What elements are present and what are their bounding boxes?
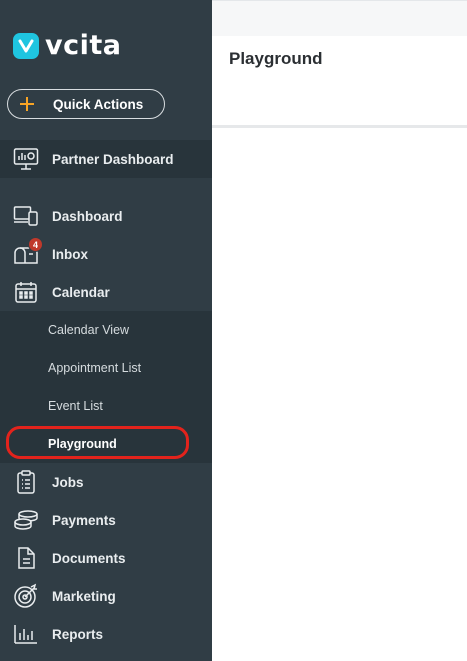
calendar-icon	[13, 279, 39, 305]
submenu-item-label: Playground	[48, 437, 117, 451]
sidebar-item-calendar[interactable]: Calendar	[0, 273, 212, 311]
sidebar-item-documents[interactable]: Documents	[0, 539, 212, 577]
submenu-item-playground[interactable]: Playground	[0, 425, 212, 463]
sidebar: vcita Quick Actions Partner Dashboard Da…	[0, 0, 212, 661]
vcita-logo[interactable]: vcita	[13, 30, 122, 61]
quick-actions-label: Quick Actions	[53, 96, 144, 112]
submenu-item-label: Event List	[48, 399, 103, 413]
devices-icon	[13, 203, 39, 229]
sidebar-item-label: Marketing	[52, 588, 116, 604]
submenu-item-appointment-list[interactable]: Appointment List	[0, 349, 212, 387]
sidebar-item-payments[interactable]: Payments	[0, 501, 212, 539]
sidebar-item-label: Reports	[52, 626, 104, 642]
submenu-item-calendar-view[interactable]: Calendar View	[0, 311, 212, 349]
sidebar-item-label: Documents	[52, 550, 126, 566]
sidebar-item-reports[interactable]: Reports	[0, 615, 212, 653]
sidebar-item-label: Jobs	[52, 474, 84, 490]
brand-name: vcita	[45, 30, 122, 61]
top-bar	[212, 0, 467, 36]
submenu-item-label: Appointment List	[48, 361, 142, 375]
sidebar-item-dashboard[interactable]: Dashboard	[0, 197, 212, 235]
partner-dashboard-label: Partner Dashboard	[52, 151, 174, 167]
submenu-item-label: Calendar View	[48, 323, 130, 337]
sidebar-item-marketing[interactable]: Marketing	[0, 577, 212, 615]
coins-icon	[13, 507, 39, 533]
vcita-logo-mark-icon	[13, 32, 39, 59]
submenu-item-event-list[interactable]: Event List	[0, 387, 212, 425]
main-content: Playground	[212, 0, 467, 661]
page-title: Playground	[229, 49, 323, 68]
sidebar-item-label: Dashboard	[52, 208, 123, 224]
sidebar-item-label: Inbox	[52, 246, 88, 262]
quick-actions-button[interactable]: Quick Actions	[7, 89, 165, 119]
sidebar-item-jobs[interactable]: Jobs	[0, 463, 212, 501]
partner-dashboard-item[interactable]: Partner Dashboard	[0, 140, 212, 178]
clipboard-icon	[13, 469, 39, 495]
document-icon	[13, 545, 39, 571]
page-header: Playground	[212, 36, 467, 128]
inbox-unread-badge: 4	[28, 237, 43, 252]
bar-chart-icon	[13, 621, 39, 647]
monitor-chart-icon	[13, 146, 39, 172]
plus-icon	[20, 97, 34, 111]
target-icon	[13, 583, 39, 609]
sidebar-item-label: Payments	[52, 512, 116, 528]
sidebar-item-label: Calendar	[52, 284, 110, 300]
